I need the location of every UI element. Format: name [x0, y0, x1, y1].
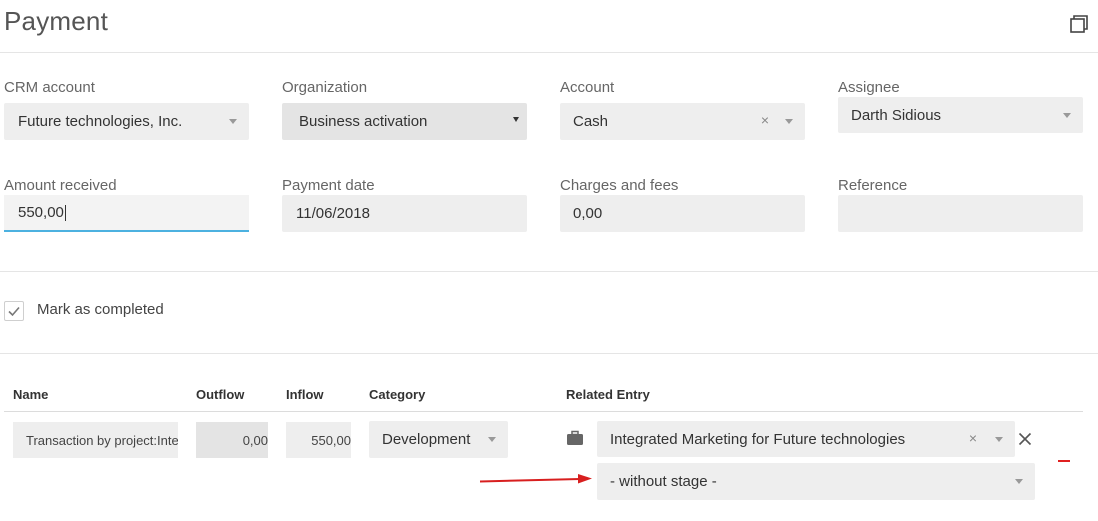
checkmark-icon [8, 306, 20, 317]
mark-completed-checkbox[interactable] [4, 301, 24, 321]
payment-date-value: 11/06/2018 [296, 205, 370, 222]
row-name-input[interactable]: Transaction by project:Integrated Market… [13, 422, 178, 458]
row-outflow-input[interactable]: 0,00 [196, 422, 268, 458]
crm-account-select[interactable]: Future technologies, Inc. [4, 103, 249, 140]
charges-fees-value: 0,00 [573, 205, 603, 222]
stage-select[interactable]: - without stage - [597, 463, 1035, 500]
close-icon[interactable] [1018, 432, 1032, 446]
table-header-divider [4, 411, 1083, 412]
payment-date-label: Payment date [282, 177, 375, 194]
chevron-down-icon [1015, 479, 1023, 484]
chevron-down-icon [995, 437, 1003, 442]
assignee-label: Assignee [838, 79, 900, 96]
charges-fees-label: Charges and fees [560, 177, 679, 194]
restore-window-icon[interactable] [1069, 14, 1089, 34]
row-category-value: Development [382, 431, 471, 448]
chevron-down-icon [785, 119, 793, 124]
related-entry-select[interactable]: Integrated Marketing for Future technolo… [597, 421, 1015, 457]
payment-date-input[interactable]: 11/06/2018 [282, 195, 527, 232]
chevron-down-icon [1063, 113, 1071, 118]
row-inflow-value: 550,00 [311, 432, 351, 448]
remove-row-icon[interactable] [1058, 460, 1070, 462]
organization-value: Business activation [299, 113, 428, 130]
briefcase-icon [567, 430, 583, 445]
crm-account-value: Future technologies, Inc. [18, 113, 183, 130]
account-label: Account [560, 79, 615, 96]
account-select[interactable]: Cash × [560, 103, 805, 140]
amount-received-input[interactable]: 550,00 [4, 195, 249, 232]
charges-fees-input[interactable]: 0,00 [560, 195, 805, 232]
col-header-outflow: Outflow [196, 387, 245, 402]
col-header-inflow: Inflow [286, 387, 324, 402]
col-header-name: Name [13, 387, 49, 402]
organization-select[interactable]: Business activation [282, 103, 527, 140]
crm-account-label: CRM account [4, 79, 95, 96]
assignee-select[interactable]: Darth Sidious [838, 97, 1083, 133]
red-arrow-icon [479, 474, 592, 484]
section-divider [0, 271, 1098, 272]
stage-value: - without stage - [610, 473, 717, 490]
row-outflow-value: 0,00 [242, 432, 268, 448]
reference-label: Reference [838, 177, 908, 194]
page-title: Payment [4, 6, 109, 36]
amount-received-value: 550,00 [18, 204, 64, 221]
row-name-value: Transaction by project:Integrated Market… [26, 432, 178, 448]
organization-label: Organization [282, 79, 368, 96]
account-value: Cash [573, 113, 609, 130]
col-header-related-entry: Related Entry [566, 387, 650, 402]
mark-completed-label: Mark as completed [37, 301, 164, 318]
clear-icon[interactable]: × [969, 430, 977, 446]
section-divider [0, 353, 1098, 354]
header-divider [0, 52, 1098, 53]
select-arrow-icon [513, 117, 519, 122]
text-cursor [64, 204, 66, 221]
chevron-down-icon [488, 437, 496, 442]
assignee-value: Darth Sidious [851, 106, 942, 124]
row-inflow-input[interactable]: 550,00 [286, 422, 351, 458]
row-category-select[interactable]: Development [369, 421, 508, 458]
chevron-down-icon [229, 119, 237, 124]
reference-input[interactable] [838, 195, 1083, 232]
clear-icon[interactable]: × [761, 112, 769, 128]
col-header-category: Category [369, 387, 426, 402]
related-entry-value: Integrated Marketing for Future technolo… [610, 430, 906, 448]
amount-received-label: Amount received [4, 177, 117, 194]
